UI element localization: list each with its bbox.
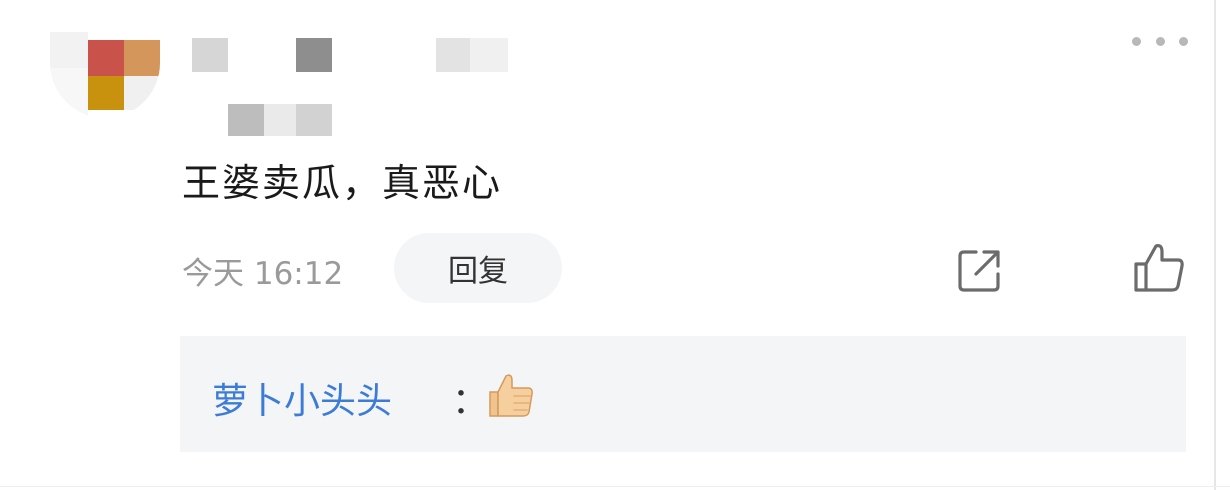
nested-reply[interactable]: 萝卜小头头 ： (180, 336, 1186, 452)
divider (0, 486, 1230, 487)
comment-text: 王婆卖瓜，真恶心 (182, 161, 503, 205)
comment-card: 王婆卖瓜，真恶心 今天 16:12 回复 萝卜小头头 ： (0, 0, 1230, 490)
divider (1214, 0, 1216, 490)
thumbs-up-emoji-icon (489, 374, 533, 417)
reply-author[interactable]: 萝卜小头头 (212, 372, 392, 424)
reply-separator: ： (452, 381, 489, 422)
share-icon[interactable] (954, 246, 1004, 296)
timestamp: 今天 16:12 (182, 256, 344, 292)
dot (1132, 36, 1141, 46)
dot (1155, 36, 1165, 46)
dot (1179, 36, 1188, 46)
avatar[interactable] (50, 32, 160, 118)
reply-button[interactable]: 回复 (394, 233, 562, 303)
thumbs-up-icon[interactable] (1132, 242, 1186, 294)
more-options-icon[interactable] (1132, 30, 1188, 52)
